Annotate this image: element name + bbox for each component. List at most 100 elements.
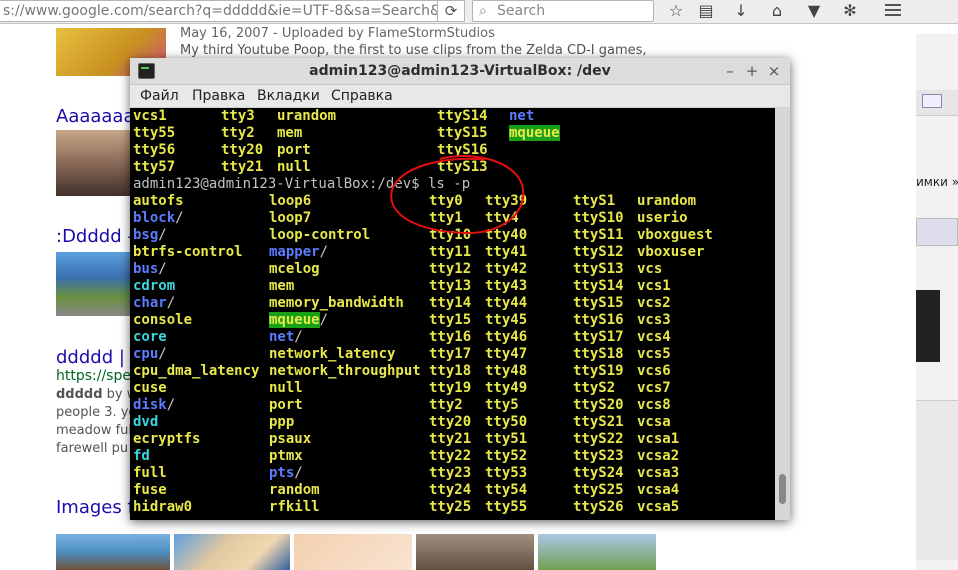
terminal-entry-name: ecryptfs bbox=[133, 431, 201, 447]
terminal-line: btrfs-control mapper/tty11 tty41 ttyS12 vbox… bbox=[133, 244, 773, 261]
terminal-entry: ttyS18 bbox=[573, 346, 624, 363]
terminal-entry: net/ bbox=[269, 329, 303, 346]
terminal-entry-name: tty49 bbox=[485, 380, 528, 396]
terminal-line: cdrom mem tty13 tty43 ttyS14 vcs1 bbox=[133, 278, 773, 295]
terminal-entry-name: tty50 bbox=[485, 414, 528, 430]
terminal-entry-name: tty43 bbox=[485, 278, 528, 294]
terminal-entry-name: ttyS10 bbox=[573, 210, 624, 226]
terminal-entry-name: psaux bbox=[269, 431, 312, 447]
terminal-entry-name: char bbox=[133, 295, 167, 311]
terminal-entry-name: mqueue bbox=[269, 312, 320, 328]
terminal-entry-name: tty45 bbox=[485, 312, 528, 328]
terminal-entry: tty41 bbox=[485, 244, 527, 261]
terminal-entry: urandom bbox=[277, 108, 336, 125]
background-window-panel bbox=[916, 400, 958, 560]
hamburger-menu-icon[interactable] bbox=[880, 1, 906, 21]
terminal-menubar: Файл Правка Вкладки Справка bbox=[130, 85, 790, 108]
image-thumbnail[interactable] bbox=[416, 534, 534, 570]
terminal-entry: cpu_dma_latency bbox=[133, 363, 259, 380]
image-thumbnail[interactable] bbox=[56, 534, 170, 570]
bookmark-star-icon[interactable]: ☆ bbox=[664, 0, 688, 22]
terminal-entry: mqueue/ bbox=[269, 312, 328, 329]
terminal-entry-name: tty42 bbox=[485, 261, 528, 277]
terminal-entry: tty57 bbox=[133, 159, 175, 176]
reload-icon[interactable]: ⟳ bbox=[437, 0, 465, 22]
terminal-entry-name: tty54 bbox=[485, 482, 528, 498]
terminal-entry-name: ttyS20 bbox=[573, 397, 624, 413]
terminal-entry: console bbox=[133, 312, 192, 329]
home-icon[interactable]: ⌂ bbox=[765, 0, 789, 22]
terminal-entry-name: tty15 bbox=[429, 312, 472, 328]
image-thumbnail[interactable] bbox=[294, 534, 412, 570]
terminal-entry-name: tty19 bbox=[429, 380, 472, 396]
terminal-entry-name: bus bbox=[133, 261, 159, 277]
terminal-entry-name: vcs8 bbox=[637, 397, 671, 413]
images-heading[interactable]: Images f bbox=[56, 497, 134, 518]
reading-list-icon[interactable]: ▤ bbox=[694, 0, 718, 22]
terminal-entry-name: mqueue bbox=[509, 125, 560, 141]
terminal-entry: loop-control bbox=[269, 227, 370, 244]
terminal-entry: ttyS23 bbox=[573, 448, 624, 465]
url-bar[interactable]: s://www.google.com/search?q=ddddd&ie=UTF… bbox=[0, 0, 438, 22]
terminal-window[interactable]: admin123@admin123-VirtualBox: /dev – + ×… bbox=[130, 58, 790, 520]
menu-file[interactable]: Файл bbox=[140, 85, 179, 108]
terminal-line: ecryptfs psaux tty21 tty51 ttyS22 vcsa1 bbox=[133, 431, 773, 448]
terminal-entry-suffix: / bbox=[319, 312, 329, 328]
terminal-entry: port bbox=[269, 397, 303, 414]
terminal-entry: ttyS22 bbox=[573, 431, 624, 448]
result-highlight: ddddd bbox=[56, 387, 103, 402]
terminal-entry: cdrom bbox=[133, 278, 175, 295]
terminal-entry-name: network_throughput bbox=[269, 363, 421, 379]
terminal-entry: full bbox=[133, 465, 167, 482]
result-link-3[interactable]: ddddd | bbox=[56, 347, 125, 368]
terminal-entry-name: cpu bbox=[133, 346, 159, 362]
terminal-entry: tty3 bbox=[221, 108, 255, 125]
terminal-entry: tty17 bbox=[429, 346, 471, 363]
terminal-entry-name: vcs1 bbox=[637, 278, 671, 294]
terminal-entry: tty5 bbox=[485, 397, 519, 414]
terminal-entry: ttyS11 bbox=[573, 227, 624, 244]
result-thumbnail[interactable] bbox=[56, 130, 132, 196]
terminal-entry: pts/ bbox=[269, 465, 303, 482]
terminal-entry-name: cuse bbox=[133, 380, 167, 396]
terminal-entry-suffix: / bbox=[158, 346, 167, 362]
menu-help[interactable]: Справка bbox=[331, 85, 393, 108]
terminal-titlebar[interactable]: admin123@admin123-VirtualBox: /dev – + × bbox=[130, 58, 790, 85]
result-thumbnail[interactable] bbox=[56, 252, 132, 316]
terminal-entry-suffix: / bbox=[294, 465, 303, 481]
terminal-entry-name: ttyS21 bbox=[573, 414, 624, 430]
terminal-entry: vcsa3 bbox=[637, 465, 679, 482]
terminal-entry: tty22 bbox=[429, 448, 471, 465]
terminal-entry: vcsa1 bbox=[637, 431, 679, 448]
terminal-entry-name: tty56 bbox=[133, 142, 176, 158]
terminal-entry: vcs4 bbox=[637, 329, 671, 346]
download-icon[interactable]: ↓ bbox=[729, 0, 753, 22]
result-link-1[interactable]: Aaaaaaa bbox=[56, 106, 135, 127]
terminal-entry: hidraw0 bbox=[133, 499, 192, 516]
terminal-entry: tty11 bbox=[429, 244, 471, 261]
menu-tabs[interactable]: Вкладки bbox=[257, 85, 320, 108]
maximize-icon[interactable]: + bbox=[742, 58, 762, 85]
menu-edit[interactable]: Правка bbox=[192, 85, 245, 108]
terminal-entry: ppp bbox=[269, 414, 294, 431]
terminal-entry: btrfs-control bbox=[133, 244, 243, 261]
close-icon[interactable]: × bbox=[764, 58, 784, 85]
terminal-entry-name: ttyS16 bbox=[573, 312, 624, 328]
terminal-scrollbar[interactable] bbox=[775, 108, 790, 520]
terminal-scrollbar-thumb[interactable] bbox=[779, 474, 786, 504]
minimize-icon[interactable]: – bbox=[720, 58, 740, 85]
terminal-entry: tty18 bbox=[429, 363, 471, 380]
terminal-entry: null bbox=[269, 380, 303, 397]
terminal-entry: vcs3 bbox=[637, 312, 671, 329]
image-thumbnail[interactable] bbox=[174, 534, 290, 570]
image-thumbnail[interactable] bbox=[538, 534, 656, 570]
terminal-line: cpu_dma_latency network_throughput tty18 tt… bbox=[133, 363, 773, 380]
terminal-entry: ttyS14 bbox=[437, 108, 488, 125]
terminal-entry: vcs1 bbox=[637, 278, 671, 295]
extension-icon[interactable]: ✻ bbox=[838, 0, 862, 22]
pocket-icon[interactable]: ▼ bbox=[802, 0, 826, 22]
result-link-2[interactable]: :Ddddd - bbox=[56, 226, 134, 247]
search-input[interactable]: ⌕ Search bbox=[472, 0, 654, 22]
terminal-entry-name: random bbox=[269, 482, 320, 498]
terminal-entry-name: port bbox=[277, 142, 311, 158]
